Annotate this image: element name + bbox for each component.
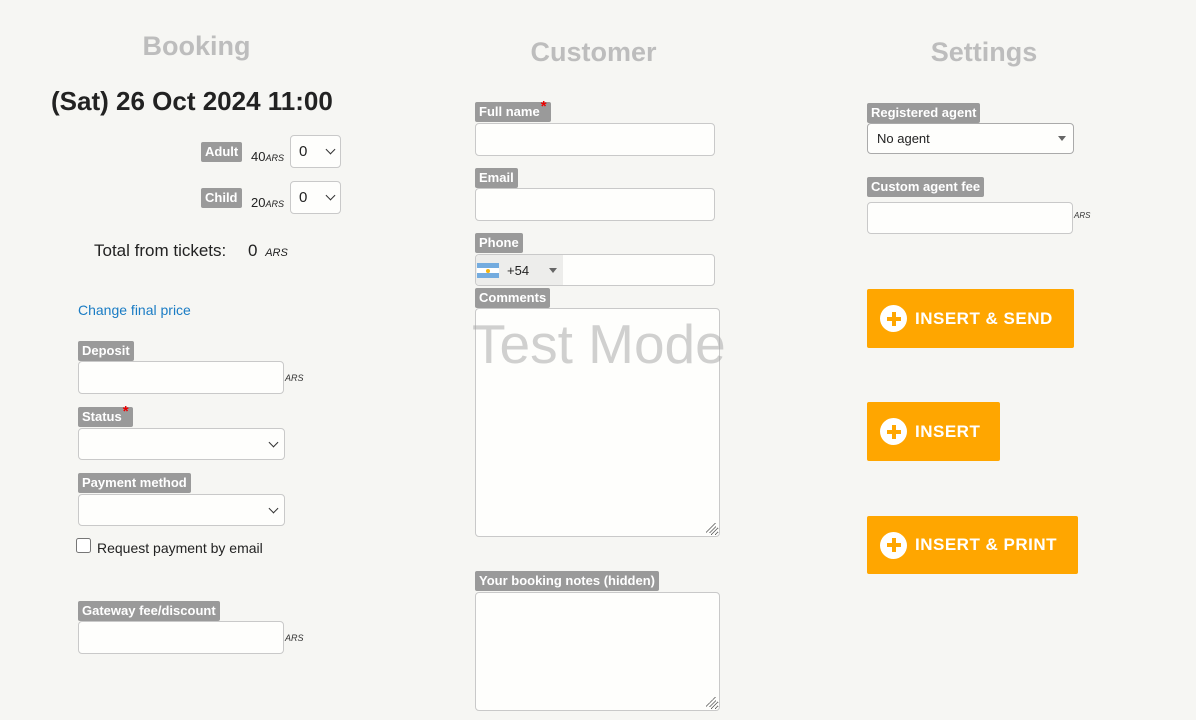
booking-column-title: Booking xyxy=(142,31,251,61)
email-label: Email xyxy=(475,168,518,188)
gateway-fee-label: Gateway fee/discount xyxy=(78,601,220,621)
ticket-label-child: Child xyxy=(201,188,242,208)
payment-method-dropdown[interactable] xyxy=(78,494,285,526)
insert-and-print-label: INSERT & PRINT xyxy=(915,535,1058,554)
adult-qty-select[interactable]: 0 xyxy=(290,135,341,168)
registered-agent-value[interactable]: No agent xyxy=(867,123,1074,154)
comments-label: Comments xyxy=(475,288,551,308)
caret-down-icon xyxy=(549,268,557,273)
settings-column-title: Settings xyxy=(930,37,1038,67)
country-code-value: +54 xyxy=(507,263,530,278)
ticket-label-adult: Adult xyxy=(201,142,243,162)
booking-notes-textarea[interactable] xyxy=(475,592,720,711)
custom-agent-fee-currency: ARS xyxy=(1074,211,1091,220)
custom-agent-fee-input[interactable] xyxy=(867,202,1073,234)
status-select[interactable] xyxy=(78,428,285,460)
deposit-label: Deposit xyxy=(78,341,134,361)
full-name-label: Full name* xyxy=(475,99,551,122)
child-qty-dropdown[interactable]: 0 xyxy=(290,181,341,214)
payment-method-select[interactable] xyxy=(78,494,285,526)
ticket-price-child: 20ARS xyxy=(251,195,284,210)
deposit-input[interactable] xyxy=(78,361,284,394)
insert-and-send-label: INSERT & SEND xyxy=(915,308,1053,328)
argentina-flag-icon xyxy=(477,263,499,278)
insert-button[interactable]: INSERT xyxy=(867,402,1000,461)
gateway-fee-currency: ARS xyxy=(285,633,304,643)
registered-agent-label: Registered agent xyxy=(867,103,981,123)
plus-circle-icon xyxy=(880,305,907,332)
email-input[interactable] xyxy=(475,188,715,221)
insert-label: INSERT xyxy=(915,421,981,441)
deposit-currency: ARS xyxy=(285,373,304,383)
plus-circle-icon xyxy=(880,418,907,445)
total-from-tickets-label: Total from tickets: xyxy=(94,241,227,260)
comments-textarea[interactable] xyxy=(475,308,720,537)
insert-and-print-button[interactable]: INSERT & PRINT xyxy=(867,516,1078,574)
customer-column-title: Customer xyxy=(530,37,657,67)
plus-circle-icon xyxy=(880,531,907,559)
insert-and-send-button[interactable]: INSERT & SEND xyxy=(867,289,1074,348)
gateway-fee-input[interactable] xyxy=(78,621,284,654)
change-final-price-link[interactable]: Change final price xyxy=(78,302,191,318)
ticket-price-adult: 40ARS xyxy=(251,149,284,164)
country-code-selector[interactable]: +54 xyxy=(476,255,563,285)
phone-field-wrapper: +54 xyxy=(475,254,715,286)
status-label: Status* xyxy=(78,404,133,427)
child-qty-select[interactable]: 0 xyxy=(290,181,341,214)
booking-notes-label: Your booking notes (hidden) xyxy=(475,571,659,591)
payment-method-label: Payment method xyxy=(78,473,191,493)
required-asterisk: * xyxy=(122,403,129,420)
request-payment-label: Request payment by email xyxy=(97,540,263,556)
phone-label: Phone xyxy=(475,233,523,253)
registered-agent-select[interactable]: No agent xyxy=(867,123,1074,154)
custom-agent-fee-label: Custom agent fee xyxy=(867,177,985,197)
adult-qty-dropdown[interactable]: 0 xyxy=(290,135,341,168)
full-name-input[interactable] xyxy=(475,123,715,156)
phone-input[interactable] xyxy=(564,255,712,285)
total-from-tickets-value: 0 ARS xyxy=(248,241,288,260)
request-payment-checkbox[interactable] xyxy=(76,538,91,553)
booking-date-heading: (Sat) 26 Oct 2024 11:00 xyxy=(51,86,333,116)
required-asterisk: * xyxy=(540,98,547,115)
status-dropdown[interactable] xyxy=(78,428,285,460)
